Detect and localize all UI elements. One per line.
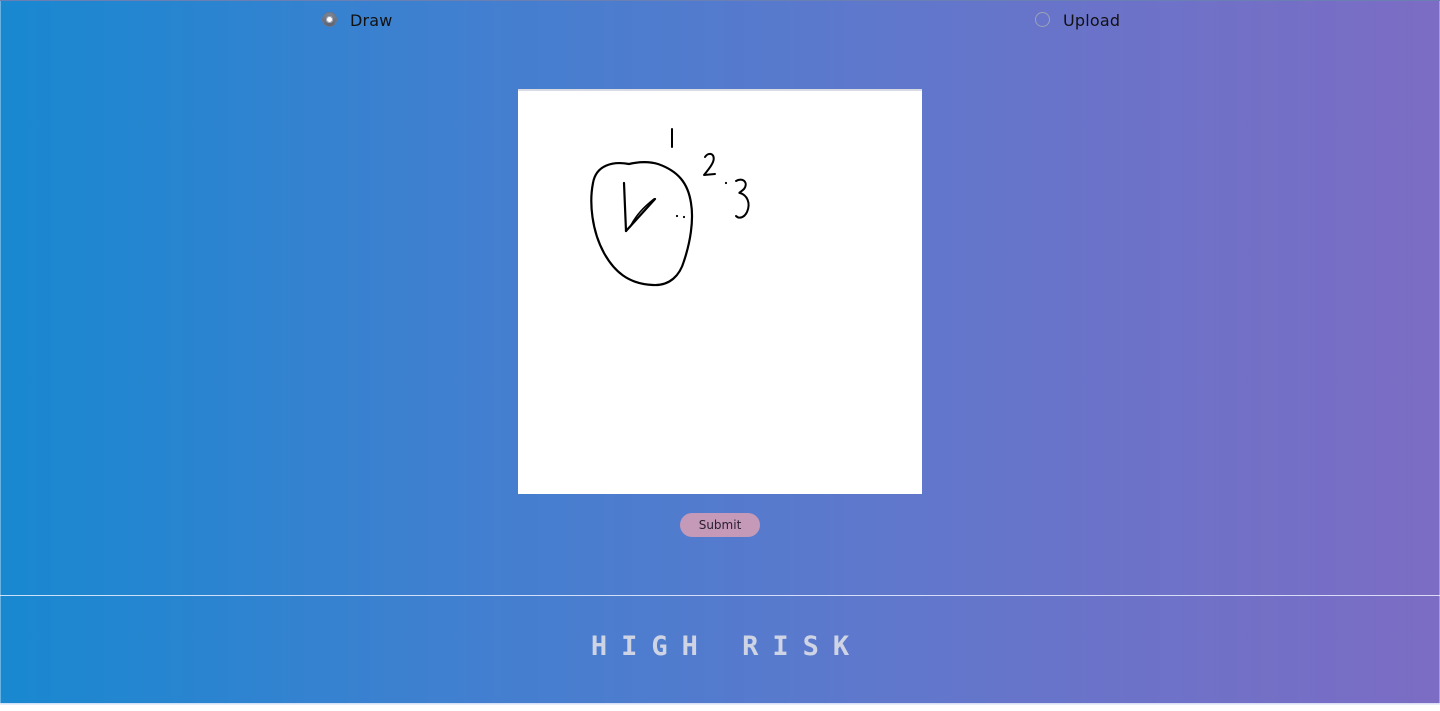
clock-dot [724, 181, 728, 185]
section-divider [0, 595, 1440, 596]
upload-label: Upload [1063, 10, 1121, 30]
digit-two [703, 152, 716, 176]
clock-dot [675, 214, 679, 218]
clock-dot [682, 215, 686, 219]
upload-radio[interactable] [1035, 11, 1050, 27]
draw-radio[interactable] [322, 11, 337, 27]
draw-label: Draw [350, 10, 393, 30]
result-label: HIGH RISK [590, 631, 864, 662]
mode-option-upload[interactable]: Upload [1035, 9, 1120, 31]
digit-three [735, 178, 750, 219]
clock-drawing [590, 128, 750, 287]
app-container: Draw Upload Submit HIGH RISK [0, 0, 1440, 705]
clock-face-stroke [590, 161, 694, 287]
clock-hand-long [622, 181, 628, 233]
submit-button[interactable]: Submit [680, 513, 760, 537]
bottom-divider [0, 703, 1440, 705]
drawing-canvas[interactable] [518, 89, 922, 494]
mode-option-draw[interactable]: Draw [322, 9, 393, 31]
